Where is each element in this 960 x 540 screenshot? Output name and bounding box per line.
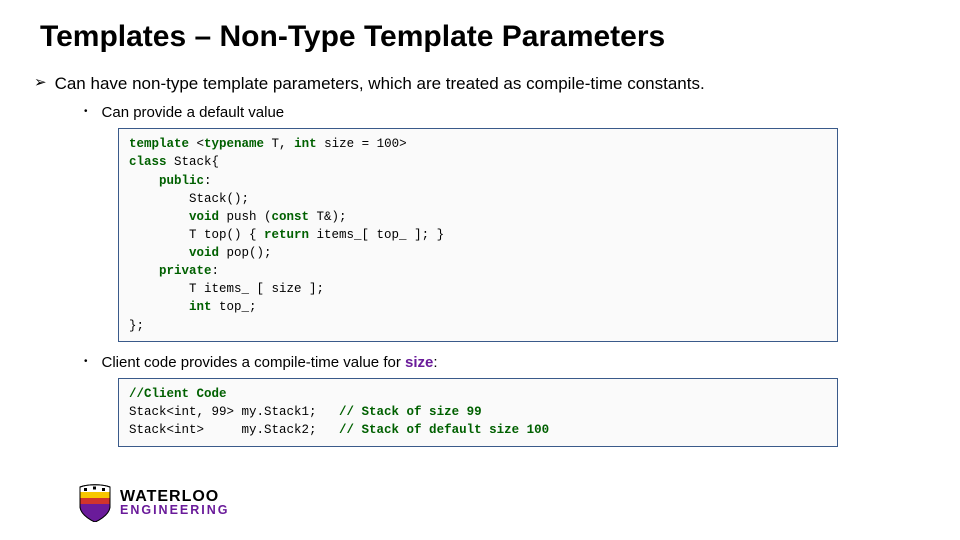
code-kw: template bbox=[129, 137, 189, 151]
code-kw: private bbox=[129, 264, 212, 278]
sub-bullet-2-text: Client code provides a compile-time valu… bbox=[102, 352, 438, 375]
logo-engineering: ENGINEERING bbox=[120, 505, 230, 517]
arrow-icon: ➢ bbox=[34, 72, 47, 93]
code-kw: int bbox=[129, 300, 212, 314]
page-title: Templates – Non-Type Template Parameters bbox=[40, 20, 920, 54]
code-txt: Stack<int> my.Stack2; bbox=[129, 423, 339, 437]
dot-icon: • bbox=[84, 352, 88, 371]
code-comment: //Client Code bbox=[129, 387, 227, 401]
code-txt: T top() { bbox=[129, 228, 264, 242]
code-block-2: //Client Code Stack<int, 99> my.Stack1; … bbox=[118, 378, 838, 446]
code-kw: return bbox=[264, 228, 309, 242]
code-txt: T, bbox=[264, 137, 294, 151]
code-txt: top_; bbox=[212, 300, 257, 314]
code-txt: Stack{ bbox=[167, 155, 220, 169]
code-kw: class bbox=[129, 155, 167, 169]
code-txt: < bbox=[189, 137, 204, 151]
code-txt: T&); bbox=[309, 210, 347, 224]
code-txt: : bbox=[204, 174, 212, 188]
shield-icon bbox=[78, 484, 112, 522]
code-kw: int bbox=[294, 137, 317, 151]
code-comment: // Stack of size 99 bbox=[339, 405, 482, 419]
code-kw: public bbox=[129, 174, 204, 188]
code-txt: T items_ [ size ]; bbox=[129, 282, 324, 296]
code-txt: }; bbox=[129, 319, 144, 333]
bullet-main: ➢ Can have non-type template parameters,… bbox=[40, 72, 920, 96]
sub-bullet-2: • Client code provides a compile-time va… bbox=[84, 352, 920, 375]
code-kw: typename bbox=[204, 137, 264, 151]
code-txt: Stack(); bbox=[129, 192, 249, 206]
logo-text: WATERLOO ENGINEERING bbox=[120, 489, 230, 516]
sub2-size-word: size bbox=[405, 354, 433, 371]
sub2-part-a: Client code provides a compile-time valu… bbox=[102, 354, 405, 371]
sub2-part-c: : bbox=[433, 354, 437, 371]
code-txt: Stack<int, 99> my.Stack1; bbox=[129, 405, 339, 419]
code-kw: void bbox=[129, 210, 219, 224]
code-txt: : bbox=[212, 264, 220, 278]
code-txt: push ( bbox=[219, 210, 272, 224]
waterloo-logo: WATERLOO ENGINEERING bbox=[78, 484, 230, 522]
sub-bullet-1: • Can provide a default value bbox=[84, 102, 920, 125]
code-kw: void bbox=[129, 246, 219, 260]
slide-root: Templates – Non-Type Template Parameters… bbox=[0, 0, 960, 540]
code-txt: size = 100> bbox=[317, 137, 407, 151]
code-comment: // Stack of default size 100 bbox=[339, 423, 549, 437]
code-kw: const bbox=[272, 210, 310, 224]
code-txt: items_[ top_ ]; } bbox=[309, 228, 444, 242]
code-block-1: template <typename T, int size = 100> cl… bbox=[118, 128, 838, 341]
bullet-main-text: Can have non-type template parameters, w… bbox=[55, 72, 705, 96]
sub-bullet-1-text: Can provide a default value bbox=[102, 102, 285, 125]
dot-icon: • bbox=[84, 102, 88, 121]
code-txt: pop(); bbox=[219, 246, 272, 260]
